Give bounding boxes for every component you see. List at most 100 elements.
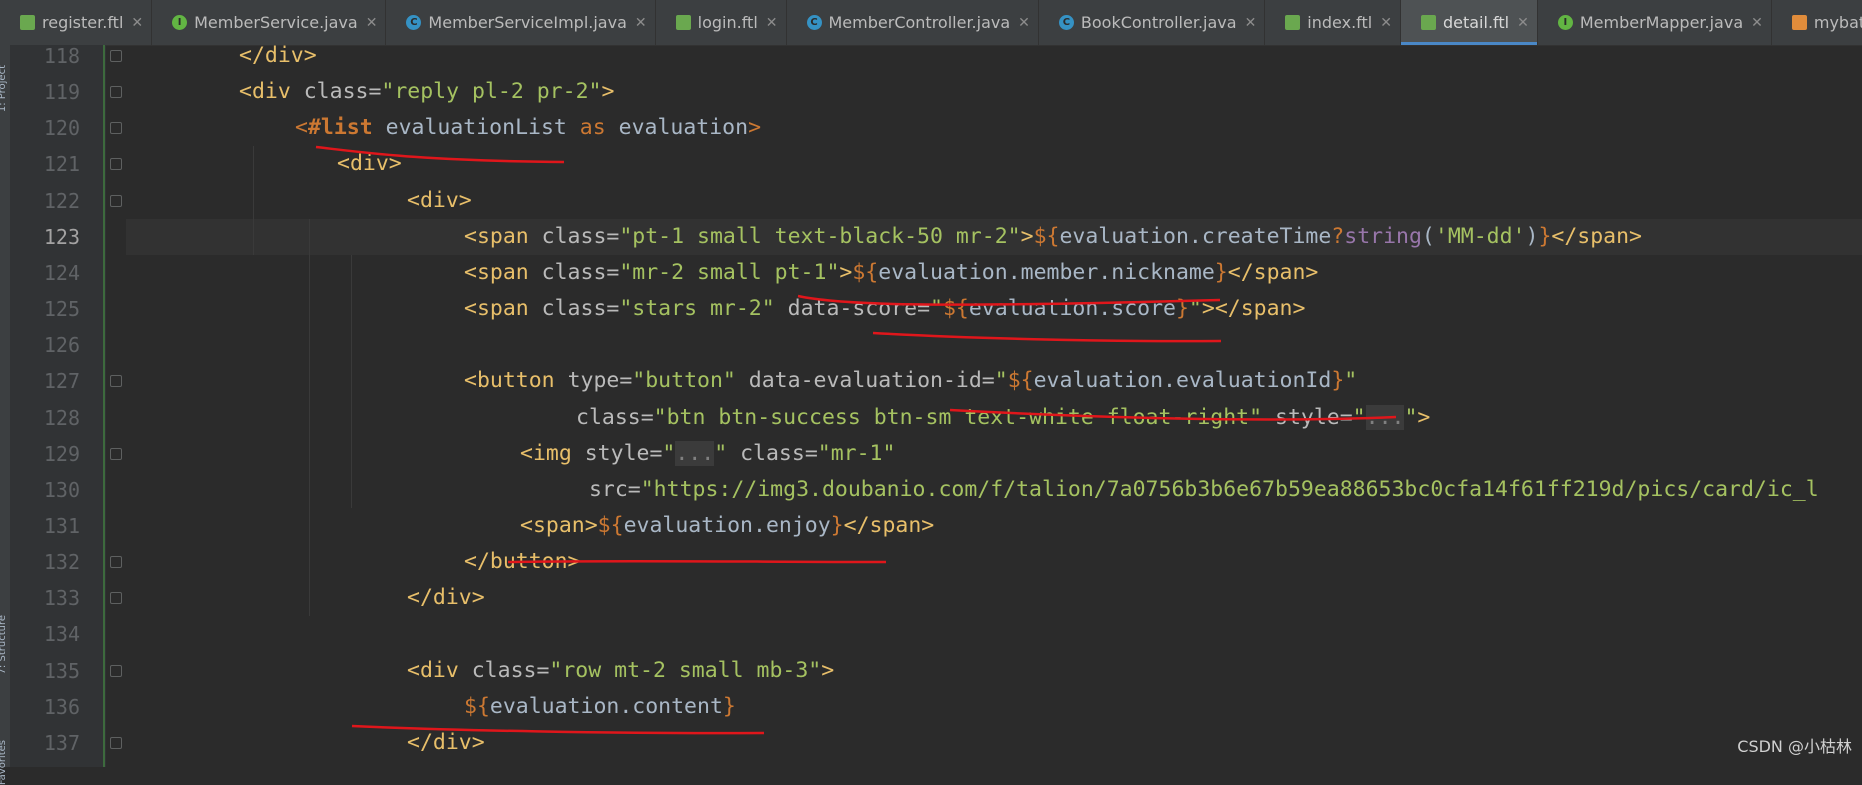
editor-tab-bar: register.ftl ✕ I MemberService.java ✕ C Member… [0,0,1862,46]
token-str: " [1188,296,1202,322]
tab-label: MemberService.java [194,13,358,32]
fold-marker-icon[interactable] [110,664,122,677]
token-op: > [748,115,762,141]
close-icon[interactable]: ✕ [635,15,647,31]
token-tag: <div [239,79,304,105]
indent-guide [309,218,310,617]
token-fold[interactable]: ... [675,440,715,466]
token-attr: class= [471,657,550,683]
code-line-content: <img style="..." class="mr-1" [520,436,895,472]
token-tag: </button> [464,549,581,575]
token-op: } [722,693,736,719]
tab-bookcontroller-java[interactable]: C BookController.java ✕ [1039,0,1266,45]
token-str: "row mt-2 small mb-3" [549,657,822,683]
fold-marker-icon[interactable] [110,592,122,605]
code-line-content: <span class="stars mr-2" data-score="${e… [464,291,1305,327]
close-icon[interactable]: ✕ [1018,15,1030,31]
token-tag: <span [464,259,542,285]
token-attr: class= [541,223,620,249]
project-tool-tab[interactable]: 1: Project [0,65,8,112]
line-number: 122 [43,188,80,213]
line-number: 124 [43,260,80,285]
indent-guide [253,146,254,255]
tab-memberserviceimpl-java[interactable]: C MemberServiceImpl.java ✕ [386,0,656,45]
token-op: ? [1331,223,1345,249]
tab-membermapper-java[interactable]: I MemberMapper.java ✕ [1538,0,1772,45]
code-line[interactable]: <span class="pt-1 small text-black-50 mr… [126,218,1862,255]
close-icon[interactable]: ✕ [1517,15,1529,31]
code-line-content: <div class="reply pl-2 pr-2"> [239,74,614,110]
token-str: " [714,440,741,466]
structure-tool-tab[interactable]: 7: Structure [0,615,8,674]
token-plain: ( [1421,223,1435,249]
fold-marker-icon[interactable] [110,447,122,460]
token-fold[interactable]: ... [1365,404,1405,430]
token-plain: evaluation.createTime [1059,223,1332,249]
token-attr: class= [303,79,382,105]
tab-index-ftl[interactable]: index.ftl ✕ [1265,0,1401,45]
token-attr: class= [541,296,620,322]
close-icon[interactable]: ✕ [1751,15,1763,31]
fold-marker-icon[interactable] [110,122,122,135]
code-line-content: <div class="row mt-2 small mb-3"> [407,653,834,689]
tab-detail-ftl[interactable]: detail.ftl ✕ [1400,0,1538,45]
token-plain: ) [1525,223,1539,249]
fold-marker-icon[interactable] [110,556,122,569]
close-icon[interactable]: ✕ [366,15,378,31]
token-attr: data-score= [787,296,931,322]
token-tag: > [839,259,853,285]
fold-marker-icon[interactable] [110,86,122,99]
line-number: 118 [43,44,80,68]
indent-guide [351,254,352,508]
token-tag: <span> [520,512,598,538]
token-fn: string [1344,223,1422,249]
code-line-content: </div> [239,45,317,74]
token-str: "pt-1 small text-black-50 mr-2" [619,223,1021,249]
token-str: "reply pl-2 pr-2" [381,79,602,105]
close-icon[interactable]: ✕ [1245,15,1257,31]
favorites-tool-tab[interactable]: Favorites [0,740,8,785]
token-str: "button" [632,368,749,394]
fold-marker-icon[interactable] [110,375,122,388]
line-number: 130 [43,477,80,502]
fold-marker-icon[interactable] [110,50,122,62]
xml-file-icon [1791,15,1807,30]
token-tag: <img [520,440,585,466]
code-line-content: src="https://img3.doubanio.com/f/talion/… [576,472,1819,508]
token-op: } [1538,223,1552,249]
token-attr: type= [567,368,633,394]
fold-marker-icon[interactable] [110,194,122,207]
fold-marker-icon[interactable] [110,158,122,171]
line-number: 120 [43,116,80,141]
token-op: ${ [1007,368,1034,394]
code-line-content: </button> [464,544,581,580]
tab-mybatis-config-xml[interactable]: mybatis-config.xml✕ [1772,0,1862,45]
close-icon[interactable]: ✕ [766,15,778,31]
token-tag: <div [407,657,472,683]
tab-membercontroller-java[interactable]: C MemberController.java ✕ [787,0,1039,45]
tab-memberservice-java[interactable]: I MemberService.java ✕ [152,0,387,45]
token-plain: evaluation.content [489,693,723,719]
code-line-content: </div> [407,725,485,761]
line-number: 125 [43,297,80,322]
tab-label: register.ftl [42,13,124,32]
token-op: ${ [942,296,969,322]
token-plain: evaluation.evaluationId [1033,368,1332,394]
tab-login-ftl[interactable]: login.ftl ✕ [656,0,787,45]
close-icon[interactable]: ✕ [1380,15,1392,31]
tab-label: MemberMapper.java [1579,13,1744,32]
token-tag: <span [464,223,542,249]
token-plain: evaluationList [372,115,580,141]
line-number: 131 [43,513,80,538]
token-attr: class= [576,404,654,430]
token-op: ${ [597,512,624,538]
token-str: "stars mr-2" [619,296,788,322]
code-editor[interactable]: </div> <div class="reply pl-2 pr-2"> <#lis… [126,45,1862,767]
token-op: } [1331,368,1345,394]
code-line-content: <div> [337,146,402,182]
fold-marker-icon[interactable] [110,736,122,749]
tab-label: index.ftl [1307,13,1373,32]
close-icon[interactable]: ✕ [131,15,143,31]
interface-file-icon: I [172,15,188,30]
token-str: " [1352,404,1366,430]
